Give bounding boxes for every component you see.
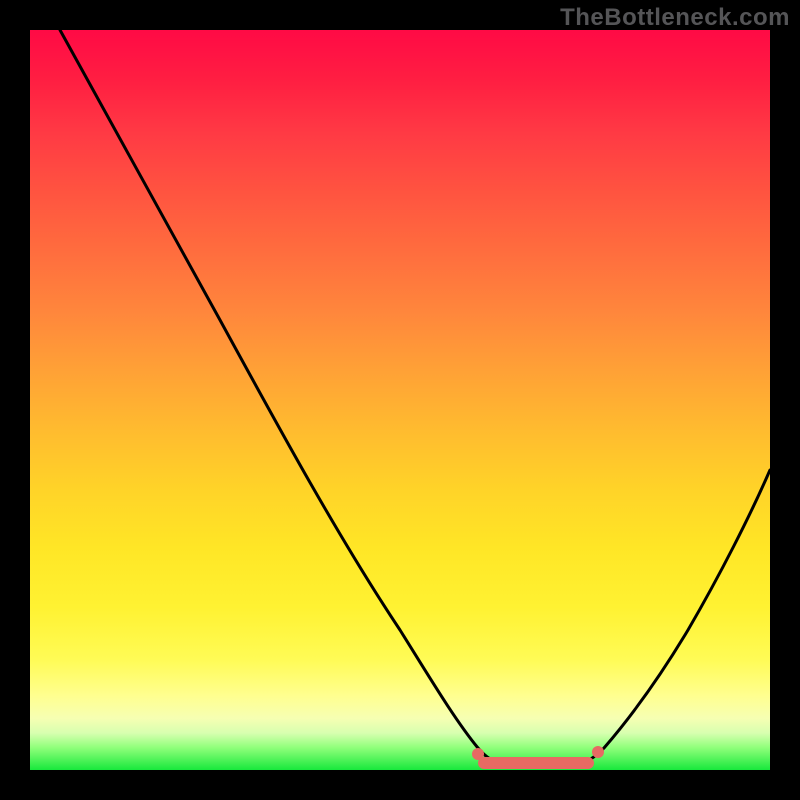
optimal-range-end-dot: [592, 746, 604, 758]
curve-path: [60, 30, 770, 765]
watermark-text: TheBottleneck.com: [560, 4, 790, 32]
bottleneck-curve: [30, 30, 770, 770]
optimal-range-start-dot: [472, 748, 484, 760]
plot-area: [30, 30, 770, 770]
optimal-range-band: [478, 757, 594, 769]
chart-frame: TheBottleneck.com: [0, 0, 800, 800]
